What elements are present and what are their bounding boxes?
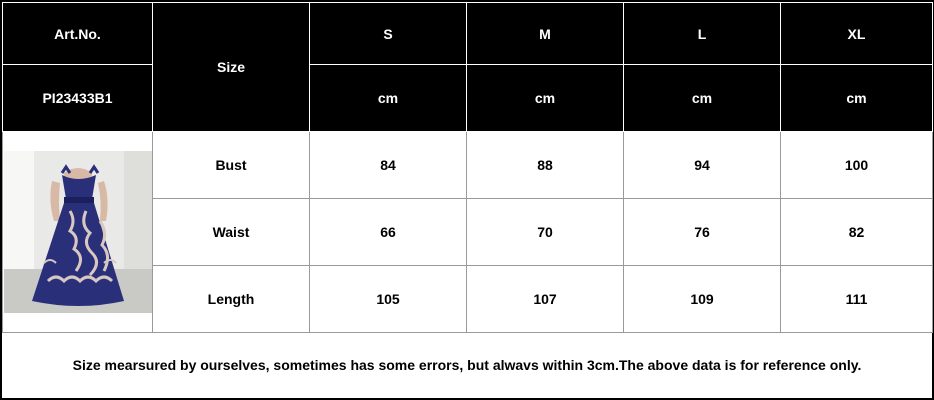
unit-l: cm (623, 64, 781, 132)
art-no-value: PI23433B1 (2, 64, 153, 132)
size-l: L (623, 2, 781, 65)
waist-m: 70 (466, 198, 624, 266)
bust-xl: 100 (780, 131, 933, 199)
bust-s: 84 (309, 131, 467, 199)
length-xl: 111 (780, 265, 933, 333)
dress-photo (3, 151, 152, 313)
row-label-waist: Waist (152, 198, 310, 266)
waist-l: 76 (623, 198, 781, 266)
size-xl: XL (780, 2, 933, 65)
bust-m: 88 (466, 131, 624, 199)
size-table: Art.No. Size S M L XL PI23433B1 cm cm cm… (2, 2, 933, 333)
length-l: 109 (623, 265, 781, 333)
product-photo-cell (2, 131, 153, 333)
table-row-bust: Bust 84 88 94 100 (2, 131, 933, 333)
bust-l: 94 (623, 131, 781, 199)
waist-xl: 82 (780, 198, 933, 266)
row-label-length: Length (152, 265, 310, 333)
size-s: S (309, 2, 467, 65)
waist-s: 66 (309, 198, 467, 266)
size-label: Size (152, 2, 310, 132)
row-label-bust: Bust (152, 131, 310, 199)
size-m: M (466, 2, 624, 65)
art-no-label: Art.No. (2, 2, 153, 65)
unit-s: cm (309, 64, 467, 132)
unit-xl: cm (780, 64, 933, 132)
length-s: 105 (309, 265, 467, 333)
header-row-sizes: Art.No. Size S M L XL (2, 2, 933, 132)
length-m: 107 (466, 265, 624, 333)
unit-m: cm (466, 64, 624, 132)
size-chart: Art.No. Size S M L XL PI23433B1 cm cm cm… (0, 0, 934, 400)
header-row-units: PI23433B1 cm cm cm cm (2, 64, 933, 132)
reference-note: Size mearsured by ourselves, sometimes h… (72, 357, 862, 373)
